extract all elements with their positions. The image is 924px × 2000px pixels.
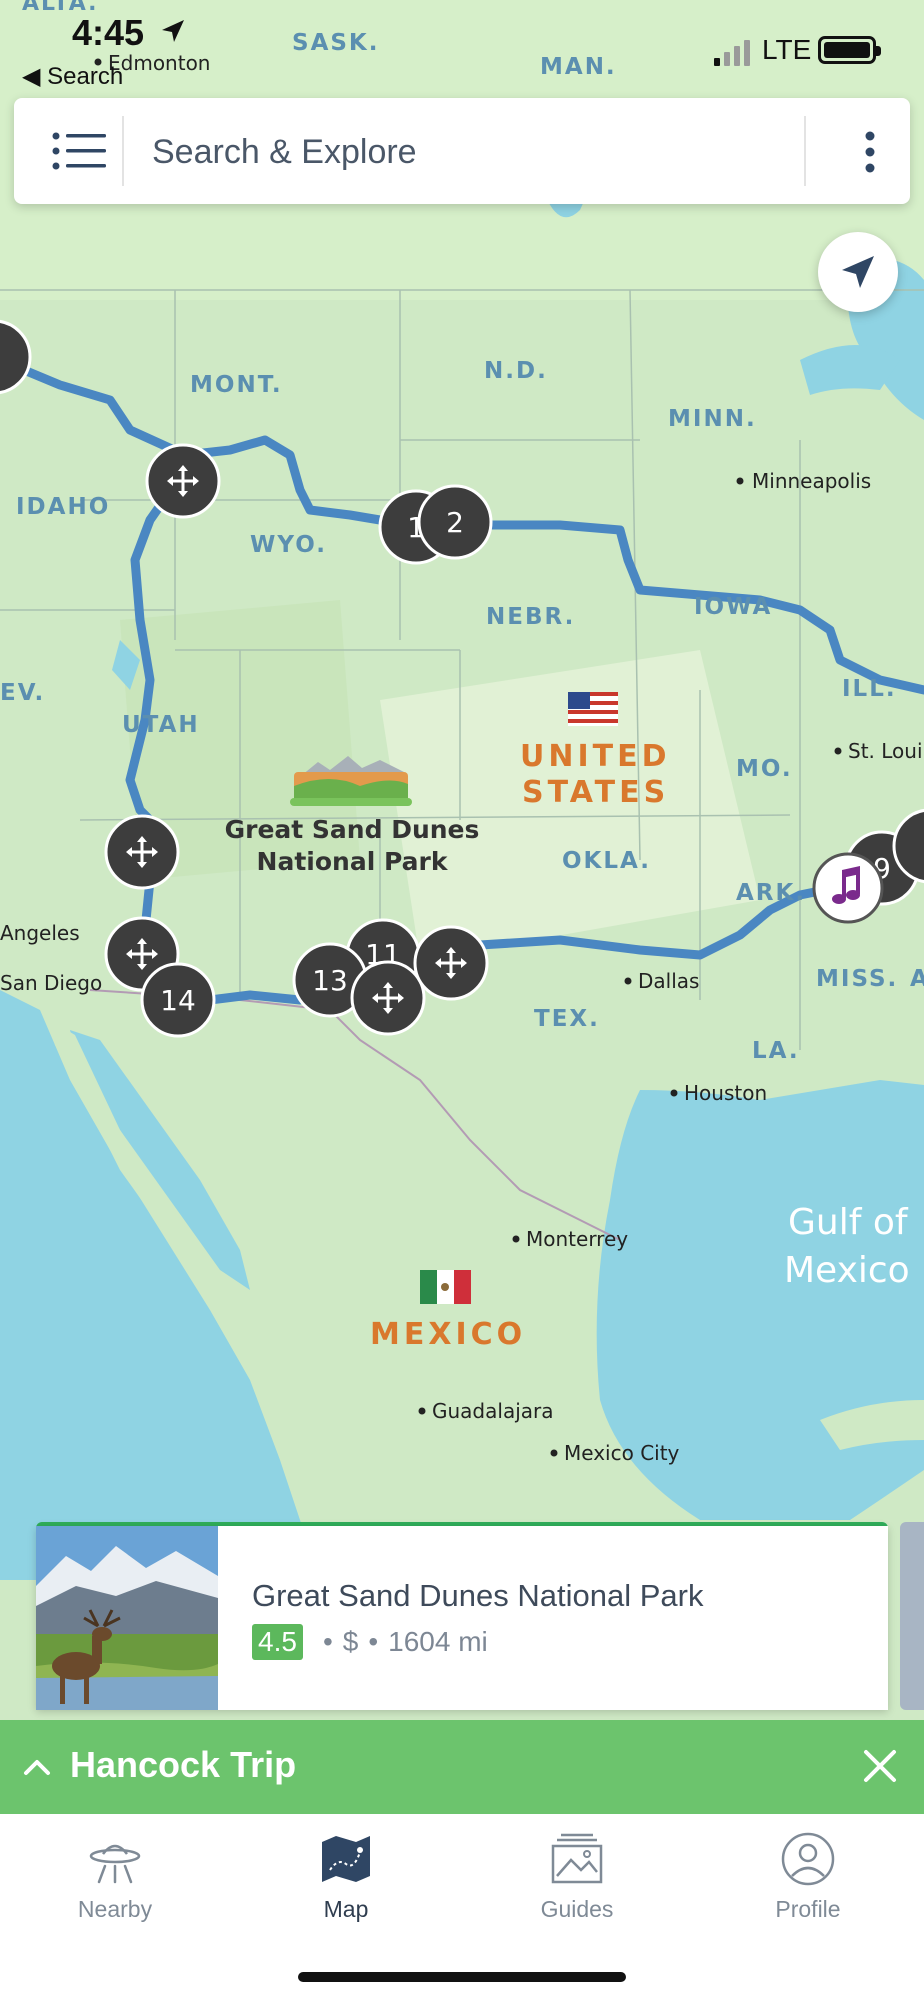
search-input[interactable] — [152, 126, 772, 178]
waypoint-marker-move-2[interactable] — [104, 814, 180, 890]
label-ark: ARK. — [736, 880, 806, 906]
back-to-search-link[interactable]: ◀ Search — [22, 62, 123, 91]
waypoint-marker-move-4[interactable] — [350, 960, 426, 1036]
label-mont: MONT. — [190, 372, 283, 398]
label-mexico: MEXICO — [370, 1317, 526, 1352]
label-tex: TEX. — [534, 1006, 600, 1032]
ufo-icon — [89, 1844, 141, 1884]
label-man: MAN. — [540, 54, 617, 80]
next-place-card-peek[interactable] — [900, 1522, 924, 1710]
place-name: Great Sand Dunes National Park — [252, 1578, 704, 1613]
music-venue-marker[interactable] — [812, 852, 884, 924]
trip-title[interactable]: Hancock Trip — [70, 1744, 296, 1786]
close-icon[interactable] — [860, 1746, 900, 1786]
label-united: UNITED — [520, 739, 671, 774]
location-arrow-icon — [162, 20, 184, 42]
label-san-diego: San Diego — [0, 971, 102, 995]
label-edmonton: Edmonton — [108, 51, 210, 75]
label-minneapolis: Minneapolis — [752, 469, 871, 493]
svg-text:14: 14 — [160, 984, 196, 1017]
label-dallas: Dallas — [638, 969, 699, 993]
chevron-up-icon[interactable] — [20, 1750, 54, 1784]
label-st-louis: St. Loui — [848, 739, 923, 763]
poi-name-line1: Great Sand Dunes — [225, 815, 480, 844]
label-nebr: NEBR. — [486, 604, 575, 630]
label-miss-a: A — [910, 966, 924, 992]
place-meta: 4.5 • $ • 1604 mi — [252, 1624, 488, 1660]
tab-map[interactable]: Map — [256, 1832, 436, 1932]
label-states: STATES — [522, 775, 669, 810]
trip-bar[interactable]: Hancock Trip — [0, 1720, 924, 1814]
price-level: $ — [342, 1626, 359, 1657]
label-nd: N.D. — [484, 358, 548, 384]
label-la: LA. — [752, 1038, 800, 1064]
us-flag-icon — [568, 692, 618, 726]
place-photo — [36, 1526, 218, 1710]
waypoint-marker-2[interactable]: 2 — [417, 484, 493, 560]
label-monterrey: Monterrey — [526, 1227, 628, 1251]
tab-label: Profile — [775, 1896, 841, 1922]
svg-text:2: 2 — [446, 506, 464, 539]
status-time: 4:45 — [72, 12, 145, 53]
tab-label: Map — [323, 1896, 369, 1922]
tab-guides[interactable]: Guides — [487, 1832, 667, 1932]
battery-icon — [818, 36, 881, 64]
label-houston: Houston — [684, 1081, 767, 1105]
signal-icon — [714, 40, 750, 66]
separator-dot: • — [322, 1626, 333, 1657]
divider — [804, 116, 806, 186]
distance: 1604 mi — [388, 1626, 488, 1657]
label-idaho: IDAHO — [16, 494, 110, 520]
poi-name-line2: National Park — [257, 847, 449, 876]
label-mexico-city: Mexico City — [564, 1441, 680, 1465]
label-gulf-2: Mexico — [784, 1250, 910, 1291]
svg-text:13: 13 — [312, 964, 348, 997]
label-iowa: IOWA — [694, 594, 772, 620]
label-wyo: WYO. — [250, 532, 327, 558]
navigation-arrow-icon — [842, 256, 874, 288]
waypoint-marker-move-5[interactable] — [413, 925, 489, 1001]
waypoint-marker-move-1[interactable] — [145, 443, 221, 519]
tab-label: Nearby — [77, 1896, 153, 1922]
label-miss: MISS. — [816, 966, 898, 992]
label-okla: OKLA. — [562, 848, 651, 874]
label-sask: SASK. — [292, 30, 380, 56]
separator-dot: • — [368, 1626, 379, 1657]
label-gulf-1: Gulf of — [788, 1202, 909, 1243]
label-angeles: Angeles — [0, 921, 80, 945]
tab-profile[interactable]: Profile — [718, 1832, 898, 1932]
home-indicator[interactable] — [298, 1972, 626, 1982]
list-menu-icon[interactable] — [36, 122, 124, 180]
label-guadalajara: Guadalajara — [432, 1399, 553, 1423]
divider — [122, 116, 124, 186]
label-nev: EV. — [0, 680, 45, 706]
tab-label: Guides — [540, 1896, 614, 1922]
mexico-flag-icon — [420, 1270, 471, 1304]
place-card[interactable]: Great Sand Dunes National Park 4.5 • $ •… — [36, 1526, 888, 1710]
label-minn: MINN. — [668, 406, 757, 432]
current-location-button[interactable] — [818, 232, 898, 312]
label-utah: UTAH — [122, 712, 200, 738]
waypoint-marker-14[interactable]: 14 — [140, 962, 216, 1038]
label-ill: ILL. — [842, 676, 897, 702]
search-bar — [14, 98, 910, 204]
label-mo: MO. — [736, 756, 793, 782]
profile-icon — [781, 1832, 835, 1886]
network-type: LTE — [762, 34, 812, 65]
more-options-icon[interactable] — [850, 126, 890, 178]
tab-nearby[interactable]: Nearby — [25, 1832, 205, 1932]
map-icon — [322, 1836, 370, 1882]
rating-badge: 4.5 — [252, 1624, 303, 1660]
guides-icon — [551, 1833, 603, 1884]
